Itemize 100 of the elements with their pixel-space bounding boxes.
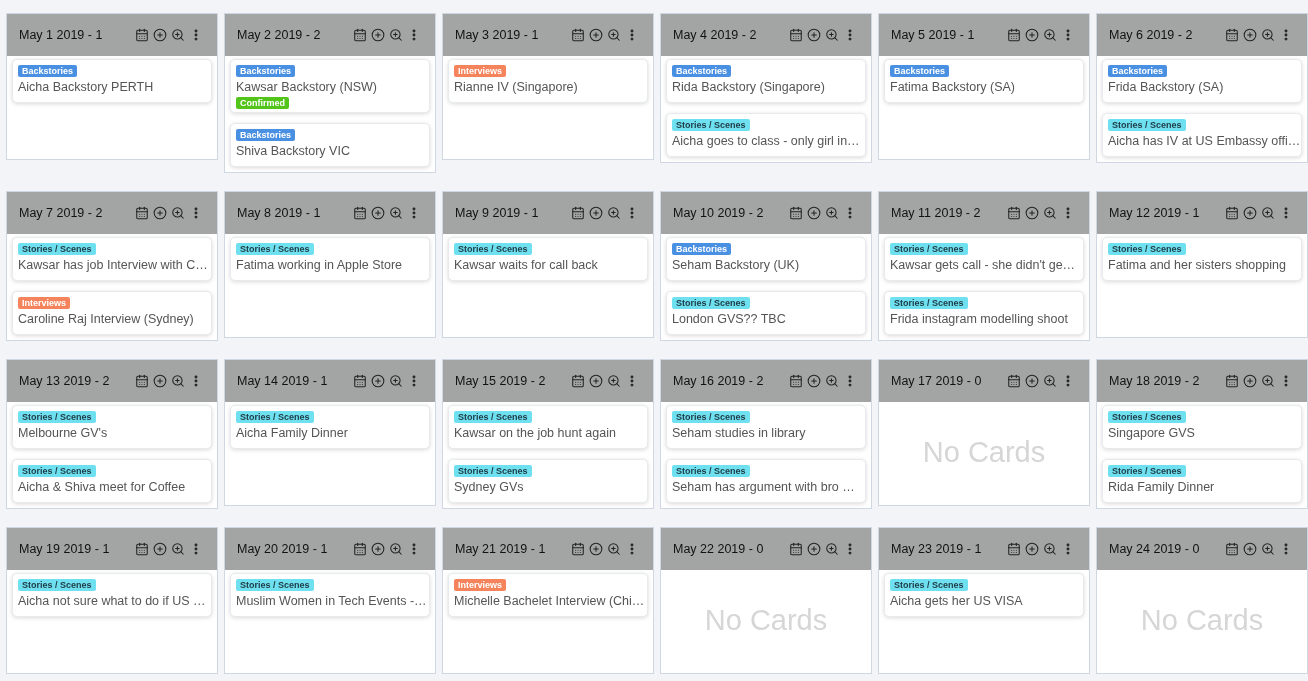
add-icon[interactable] bbox=[1025, 374, 1039, 388]
card[interactable]: Stories / Scenes Melbourne GV's bbox=[12, 405, 212, 449]
calendar-icon[interactable] bbox=[571, 28, 585, 42]
card[interactable]: Stories / Scenes Aicha gets her US VISA bbox=[884, 573, 1084, 617]
calendar-icon[interactable] bbox=[571, 206, 585, 220]
calendar-icon[interactable] bbox=[571, 374, 585, 388]
zoom-in-icon[interactable] bbox=[171, 542, 185, 556]
calendar-icon[interactable] bbox=[1225, 542, 1239, 556]
calendar-icon[interactable] bbox=[789, 28, 803, 42]
calendar-icon[interactable] bbox=[571, 542, 585, 556]
card[interactable]: Stories / Scenes Sydney GVs bbox=[448, 459, 648, 503]
zoom-in-icon[interactable] bbox=[1043, 374, 1057, 388]
calendar-icon[interactable] bbox=[1007, 206, 1021, 220]
add-icon[interactable] bbox=[1243, 542, 1257, 556]
card[interactable]: Stories / Scenes Seham has argument with bro … bbox=[666, 459, 866, 503]
zoom-in-icon[interactable] bbox=[825, 542, 839, 556]
add-icon[interactable] bbox=[589, 206, 603, 220]
calendar-icon[interactable] bbox=[353, 28, 367, 42]
add-icon[interactable] bbox=[807, 542, 821, 556]
card[interactable]: Backstories Frida Backstory (SA) bbox=[1102, 59, 1302, 103]
zoom-in-icon[interactable] bbox=[1043, 542, 1057, 556]
zoom-in-icon[interactable] bbox=[171, 28, 185, 42]
zoom-in-icon[interactable] bbox=[607, 28, 621, 42]
card[interactable]: Backstories Rida Backstory (Singapore) bbox=[666, 59, 866, 103]
zoom-in-icon[interactable] bbox=[825, 374, 839, 388]
add-icon[interactable] bbox=[1025, 542, 1039, 556]
calendar-icon[interactable] bbox=[789, 542, 803, 556]
zoom-in-icon[interactable] bbox=[171, 374, 185, 388]
add-icon[interactable] bbox=[1243, 374, 1257, 388]
add-icon[interactable] bbox=[153, 206, 167, 220]
card[interactable]: Interviews Michelle Bachelet Interview (Chi… bbox=[448, 573, 648, 617]
add-icon[interactable] bbox=[1243, 206, 1257, 220]
calendar-icon[interactable] bbox=[1007, 542, 1021, 556]
add-icon[interactable] bbox=[589, 374, 603, 388]
add-icon[interactable] bbox=[153, 542, 167, 556]
add-icon[interactable] bbox=[153, 28, 167, 42]
add-icon[interactable] bbox=[589, 28, 603, 42]
card[interactable]: Backstories Shiva Backstory VIC bbox=[230, 123, 430, 167]
calendar-icon[interactable] bbox=[1225, 374, 1239, 388]
card[interactable]: Interviews Caroline Raj Interview (Sydney) bbox=[12, 291, 212, 335]
zoom-in-icon[interactable] bbox=[607, 374, 621, 388]
add-icon[interactable] bbox=[589, 542, 603, 556]
zoom-in-icon[interactable] bbox=[1043, 206, 1057, 220]
card[interactable]: Stories / Scenes Kawsar waits for call back bbox=[448, 237, 648, 281]
card[interactable]: Backstories Seham Backstory (UK) bbox=[666, 237, 866, 281]
add-icon[interactable] bbox=[371, 374, 385, 388]
card[interactable]: Backstories Fatima Backstory (SA) bbox=[884, 59, 1084, 103]
add-icon[interactable] bbox=[371, 28, 385, 42]
add-icon[interactable] bbox=[807, 374, 821, 388]
card[interactable]: Stories / Scenes Seham studies in library bbox=[666, 405, 866, 449]
card[interactable]: Stories / Scenes Fatima working in Apple Store bbox=[230, 237, 430, 281]
card[interactable]: Stories / Scenes Aicha & Shiva meet for Coffee bbox=[12, 459, 212, 503]
card[interactable]: Stories / Scenes Frida instagram modelling shoot bbox=[884, 291, 1084, 335]
card[interactable]: Interviews Rianne IV (Singapore) bbox=[448, 59, 648, 103]
add-icon[interactable] bbox=[371, 206, 385, 220]
card[interactable]: Stories / Scenes Muslim Women in Tech Events -… bbox=[230, 573, 430, 617]
add-icon[interactable] bbox=[1243, 28, 1257, 42]
add-icon[interactable] bbox=[1025, 28, 1039, 42]
calendar-icon[interactable] bbox=[135, 374, 149, 388]
calendar-icon[interactable] bbox=[135, 206, 149, 220]
zoom-in-icon[interactable] bbox=[607, 206, 621, 220]
card[interactable]: Stories / Scenes Kawsar gets call - she didn't ge… bbox=[884, 237, 1084, 281]
calendar-icon[interactable] bbox=[353, 206, 367, 220]
zoom-in-icon[interactable] bbox=[389, 374, 403, 388]
card[interactable]: Stories / Scenes Singapore GVS bbox=[1102, 405, 1302, 449]
calendar-icon[interactable] bbox=[1007, 28, 1021, 42]
calendar-icon[interactable] bbox=[789, 374, 803, 388]
card[interactable]: Stories / Scenes Aicha not sure what to do if US … bbox=[12, 573, 212, 617]
zoom-in-icon[interactable] bbox=[171, 206, 185, 220]
card[interactable]: Stories / Scenes Fatima and her sisters shopping bbox=[1102, 237, 1302, 281]
card[interactable]: Stories / Scenes Kawsar on the job hunt again bbox=[448, 405, 648, 449]
card[interactable]: Stories / Scenes Kawsar has job Interview with C… bbox=[12, 237, 212, 281]
zoom-in-icon[interactable] bbox=[1043, 28, 1057, 42]
zoom-in-icon[interactable] bbox=[1261, 206, 1275, 220]
card[interactable]: Stories / Scenes Aicha has IV at US Embassy offi… bbox=[1102, 113, 1302, 157]
card[interactable]: Stories / Scenes London GVS?? TBC bbox=[666, 291, 866, 335]
card[interactable]: Stories / Scenes Rida Family Dinner bbox=[1102, 459, 1302, 503]
card[interactable]: Backstories Aicha Backstory PERTH bbox=[12, 59, 212, 103]
zoom-in-icon[interactable] bbox=[1261, 374, 1275, 388]
card[interactable]: Backstories Kawsar Backstory (NSW) Confirmed bbox=[230, 59, 430, 113]
card[interactable]: Stories / Scenes Aicha Family Dinner bbox=[230, 405, 430, 449]
calendar-icon[interactable] bbox=[135, 28, 149, 42]
zoom-in-icon[interactable] bbox=[389, 28, 403, 42]
card[interactable]: Stories / Scenes Aicha goes to class - only girl in… bbox=[666, 113, 866, 157]
add-icon[interactable] bbox=[1025, 206, 1039, 220]
calendar-icon[interactable] bbox=[353, 374, 367, 388]
calendar-icon[interactable] bbox=[353, 542, 367, 556]
add-icon[interactable] bbox=[807, 28, 821, 42]
calendar-icon[interactable] bbox=[789, 206, 803, 220]
add-icon[interactable] bbox=[807, 206, 821, 220]
zoom-in-icon[interactable] bbox=[825, 206, 839, 220]
calendar-icon[interactable] bbox=[1225, 28, 1239, 42]
calendar-icon[interactable] bbox=[135, 542, 149, 556]
zoom-in-icon[interactable] bbox=[1261, 542, 1275, 556]
zoom-in-icon[interactable] bbox=[389, 542, 403, 556]
add-icon[interactable] bbox=[371, 542, 385, 556]
zoom-in-icon[interactable] bbox=[607, 542, 621, 556]
zoom-in-icon[interactable] bbox=[825, 28, 839, 42]
calendar-icon[interactable] bbox=[1007, 374, 1021, 388]
add-icon[interactable] bbox=[153, 374, 167, 388]
